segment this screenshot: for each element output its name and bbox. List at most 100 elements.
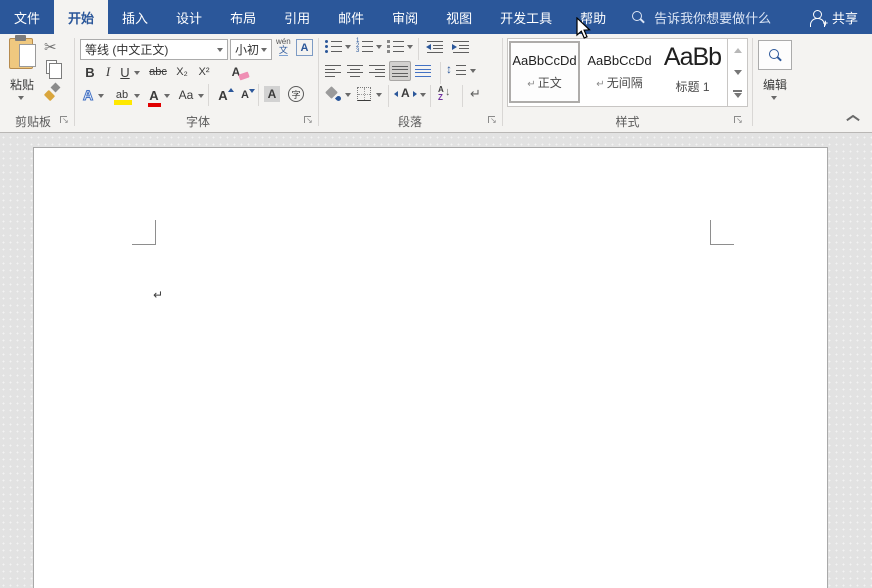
tab-review[interactable]: 审阅	[378, 0, 432, 34]
font-color-dropdown-icon[interactable]	[164, 94, 170, 98]
asian-layout-dropdown-icon[interactable]	[420, 93, 426, 97]
character-shading-button[interactable]: A	[264, 86, 280, 102]
scroll-down-icon	[733, 69, 742, 75]
shrink-font-button[interactable]: A	[236, 86, 255, 104]
show-formatting-marks-button[interactable]: ↵	[470, 86, 481, 102]
underline-dropdown-icon[interactable]	[134, 71, 140, 75]
styles-scroll-down-button[interactable]	[728, 61, 747, 83]
sort-button[interactable]: A Z	[438, 86, 454, 102]
tab-design[interactable]: 设计	[162, 0, 216, 34]
clear-formatting-button[interactable]: A	[226, 63, 246, 81]
underline-button[interactable]: U	[118, 63, 132, 81]
tab-file[interactable]: 文件	[0, 0, 54, 34]
multilevel-list-dropdown-icon[interactable]	[407, 45, 413, 49]
align-right-button[interactable]	[369, 64, 385, 77]
style-no-spacing[interactable]: AaBbCcDd ↵ 无间隔	[584, 41, 655, 103]
align-center-button[interactable]	[347, 64, 363, 77]
paste-icon[interactable]	[9, 35, 36, 69]
font-name-value: 等线 (中文正文)	[85, 43, 169, 57]
tab-help[interactable]: 帮助	[566, 0, 620, 34]
format-painter-button[interactable]	[44, 84, 60, 100]
paragraph-end-mark: ↵	[153, 288, 164, 302]
change-case-button[interactable]: Aa	[176, 86, 196, 104]
font-dialog-launcher[interactable]	[304, 116, 315, 127]
character-border-button[interactable]: A	[296, 39, 313, 56]
tab-home[interactable]: 开始	[54, 0, 109, 34]
font-color-button[interactable]: A	[146, 86, 162, 107]
shading-button[interactable]	[325, 87, 341, 101]
asian-layout-button[interactable]: A	[394, 86, 417, 100]
superscript-icon: X²	[198, 66, 210, 78]
line-spacing-button[interactable]	[446, 62, 466, 77]
italic-button[interactable]: I	[102, 63, 114, 81]
paste-dropdown-icon[interactable]	[18, 96, 24, 100]
mouse-cursor	[576, 17, 591, 39]
subscript-button[interactable]: X₂	[172, 63, 192, 81]
justify-button[interactable]	[389, 61, 411, 81]
distribute-button[interactable]	[415, 64, 431, 77]
borders-button[interactable]	[357, 87, 371, 101]
tab-insert[interactable]: 插入	[108, 0, 162, 34]
styles-more-button[interactable]	[728, 83, 747, 105]
increase-indent-button[interactable]	[452, 40, 469, 53]
font-name-combobox[interactable]: 等线 (中文正文)	[80, 39, 228, 60]
tab-view[interactable]: 视图	[432, 0, 486, 34]
text-effects-button[interactable]: A	[80, 86, 96, 104]
clipboard-dialog-launcher[interactable]	[60, 116, 71, 127]
tab-mailings[interactable]: 邮件	[324, 0, 378, 34]
line-spacing-dropdown-icon[interactable]	[470, 69, 476, 73]
bullets-button[interactable]	[325, 40, 342, 53]
enclose-characters-icon: 字	[288, 86, 304, 102]
style-normal[interactable]: AaBbCcDd ↵ 正文	[509, 41, 580, 103]
clear-formatting-icon: A	[231, 65, 241, 79]
grow-font-button[interactable]: A	[214, 86, 235, 104]
style-preview: AaBb	[663, 43, 722, 71]
share-button[interactable]: + 共享	[796, 0, 872, 34]
shading-dropdown-icon[interactable]	[345, 93, 351, 97]
cut-button[interactable]: ✂	[44, 38, 57, 56]
edit-dropdown-icon[interactable]	[771, 96, 777, 100]
collapse-ribbon-icon[interactable]	[846, 114, 860, 122]
strikethrough-icon: abc	[149, 66, 167, 78]
change-case-icon: Aa	[178, 88, 194, 102]
sort-icon: A Z	[438, 86, 454, 102]
styles-dialog-launcher[interactable]	[734, 116, 745, 127]
document-page[interactable]: ↵	[33, 147, 828, 588]
find-icon	[768, 48, 782, 62]
tell-me-search[interactable]: 告诉我你想要做什么	[632, 0, 771, 34]
asian-layout-icon: A	[394, 86, 417, 100]
find-button[interactable]	[758, 40, 792, 70]
tab-developer[interactable]: 开发工具	[486, 0, 566, 34]
numbering-button[interactable]: 123	[356, 38, 373, 54]
numbering-dropdown-icon[interactable]	[376, 45, 382, 49]
style-heading1[interactable]: AaBb 标题 1	[657, 41, 728, 103]
multilevel-list-button[interactable]	[387, 40, 404, 53]
paragraph-dialog-launcher[interactable]	[488, 116, 499, 127]
copy-button[interactable]	[46, 60, 62, 79]
superscript-button[interactable]: X²	[194, 63, 214, 81]
tab-references[interactable]: 引用	[270, 0, 324, 34]
font-size-combobox[interactable]: 小初	[230, 39, 272, 60]
styles-scroll-up-button[interactable]	[728, 39, 747, 61]
document-area: ↵	[0, 134, 872, 588]
strikethrough-button[interactable]: abc	[146, 63, 170, 81]
paste-button[interactable]: 粘贴	[0, 76, 44, 93]
change-case-dropdown-icon[interactable]	[198, 94, 204, 98]
bold-button[interactable]: B	[82, 63, 98, 81]
edit-group-button[interactable]: 编辑	[752, 76, 798, 93]
highlight-button[interactable]: ab	[112, 86, 133, 105]
ribbon: 粘贴 ✂ 剪贴板 等线 (中文正文) 小初 wén 文 A B I	[0, 34, 872, 133]
align-left-button[interactable]	[325, 64, 341, 77]
copy-icon	[46, 60, 62, 79]
highlight-dropdown-icon[interactable]	[134, 94, 140, 98]
bullets-dropdown-icon[interactable]	[345, 45, 351, 49]
decrease-indent-button[interactable]	[426, 40, 443, 53]
phonetic-guide-button[interactable]: wén 文	[276, 38, 291, 56]
scroll-up-icon	[733, 47, 742, 53]
tab-layout[interactable]: 布局	[216, 0, 270, 34]
styles-gallery-scrollbar	[727, 39, 747, 106]
enclose-characters-button[interactable]: 字	[288, 86, 304, 102]
font-group-label: 字体	[185, 115, 210, 129]
borders-dropdown-icon[interactable]	[376, 93, 382, 97]
text-effects-dropdown-icon[interactable]	[98, 94, 104, 98]
